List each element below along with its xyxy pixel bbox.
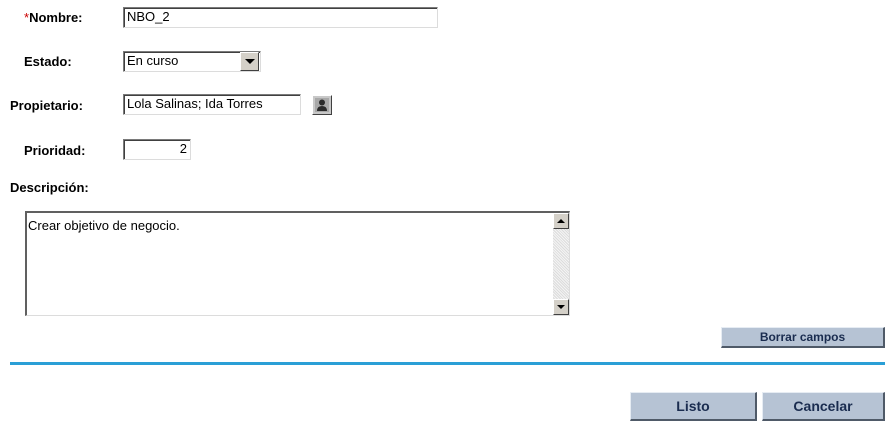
chevron-down-icon (244, 59, 255, 64)
scroll-down-button[interactable] (553, 299, 569, 315)
owner-picker-button[interactable] (312, 95, 332, 115)
descripcion-label: Descripción: (10, 180, 89, 195)
cancel-button[interactable]: Cancelar (762, 392, 885, 421)
estado-selected-value: En curso (127, 53, 179, 68)
clear-fields-button[interactable]: Borrar campos (721, 327, 885, 348)
done-button[interactable]: Listo (630, 392, 757, 421)
descripcion-textarea[interactable]: Crear objetivo de negocio. (25, 211, 570, 316)
user-icon (315, 98, 329, 112)
prioridad-label: Prioridad: (24, 143, 86, 158)
nombre-input[interactable]: NBO_2 (123, 7, 438, 28)
propietario-label: Propietario: (10, 98, 83, 113)
descripcion-text: Crear objetivo de negocio. (28, 218, 180, 233)
nombre-label: *Nombre: (24, 10, 83, 25)
section-divider (10, 362, 885, 365)
prioridad-input[interactable]: 2 (123, 139, 191, 160)
scroll-up-button[interactable] (553, 213, 569, 229)
propietario-input[interactable]: Lola Salinas; Ida Torres (123, 94, 301, 115)
arrow-down-icon (557, 305, 565, 309)
textarea-scrollbar[interactable] (553, 213, 569, 315)
estado-label: Estado: (24, 54, 72, 69)
arrow-up-icon (557, 219, 565, 223)
estado-dropdown-button[interactable] (240, 52, 259, 71)
nombre-label-text: Nombre: (29, 10, 83, 25)
